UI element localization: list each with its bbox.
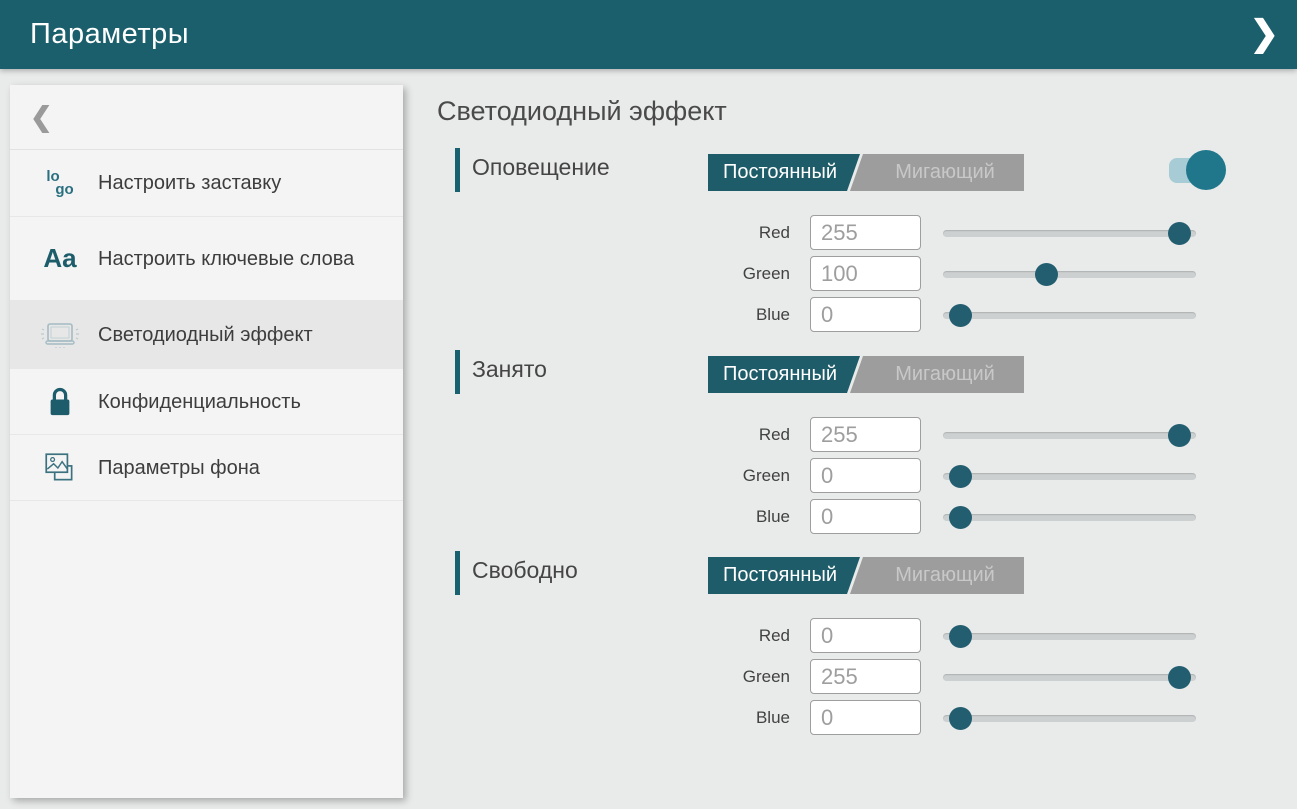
red-value-input[interactable] (810, 618, 921, 653)
slider-track (943, 514, 1196, 521)
mode-segmented-control: Постоянный Мигающий (708, 356, 1024, 393)
red-slider[interactable] (943, 423, 1196, 447)
mode-option-constant[interactable]: Постоянный (708, 557, 860, 594)
slider-thumb[interactable] (949, 304, 972, 327)
slider-track (943, 312, 1196, 319)
red-slider[interactable] (943, 624, 1196, 648)
section-title: Свободно (472, 557, 578, 584)
rgb-row-green: Green (437, 458, 1267, 493)
slider-thumb[interactable] (1035, 263, 1058, 286)
slider-track (943, 633, 1196, 640)
slider-track (943, 715, 1196, 722)
background-images-icon (38, 450, 82, 486)
green-slider[interactable] (943, 665, 1196, 689)
red-label: Red (437, 626, 790, 646)
rgb-row-green: Green (437, 659, 1267, 694)
sidebar-item-splash-screen[interactable]: logo Настроить заставку (10, 150, 403, 217)
blue-label: Blue (437, 305, 790, 325)
rgb-row-red: Red (437, 618, 1267, 653)
green-slider[interactable] (943, 262, 1196, 286)
sidebar-item-label: Светодиодный эффект (98, 322, 313, 348)
sidebar-back-button[interactable]: ❮ (10, 85, 403, 150)
red-label: Red (437, 223, 790, 243)
slider-thumb[interactable] (1168, 424, 1191, 447)
slider-thumb[interactable] (949, 465, 972, 488)
rgb-row-red: Red (437, 215, 1267, 250)
section-busy: Занято Постоянный Мигающий Red Green (437, 348, 1267, 538)
rgb-row-green: Green (437, 256, 1267, 291)
green-value-input[interactable] (810, 458, 921, 493)
settings-sidebar: ❮ logo Настроить заставку Aa Настроить к… (10, 85, 403, 798)
green-label: Green (437, 667, 790, 687)
content-title: Светодиодный эффект (437, 96, 1267, 127)
mode-segmented-control: Постоянный Мигающий (708, 557, 1024, 594)
logo-icon: logo (38, 170, 82, 196)
slider-track (943, 230, 1196, 237)
rgb-row-blue: Blue (437, 700, 1267, 735)
notification-enabled-toggle[interactable] (1169, 150, 1227, 190)
sidebar-item-background[interactable]: Параметры фона (10, 435, 403, 501)
blue-value-input[interactable] (810, 499, 921, 534)
mode-option-blinking[interactable]: Мигающий (850, 557, 1024, 594)
sidebar-item-label: Настроить заставку (98, 170, 281, 196)
forward-chevron-icon[interactable]: ❯ (1250, 12, 1279, 56)
lock-icon (38, 385, 82, 419)
rgb-row-blue: Blue (437, 297, 1267, 332)
page-title: Параметры (30, 18, 189, 51)
green-label: Green (437, 264, 790, 284)
red-label: Red (437, 425, 790, 445)
section-title: Оповещение (472, 154, 610, 181)
slider-thumb[interactable] (949, 707, 972, 730)
slider-thumb[interactable] (949, 506, 972, 529)
sidebar-item-label: Настроить ключевые слова (98, 246, 354, 272)
led-effect-panel: Светодиодный эффект Оповещение Постоянны… (437, 96, 1267, 796)
logo-icon-line2: go (55, 183, 73, 196)
back-chevron-icon: ❮ (30, 102, 53, 133)
mode-segmented-control: Постоянный Мигающий (708, 154, 1024, 191)
slider-thumb[interactable] (1168, 222, 1191, 245)
app-header: Параметры ❯ (0, 0, 1297, 69)
section-notification: Оповещение Постоянный Мигающий Red Green (437, 146, 1267, 336)
sidebar-item-keywords[interactable]: Aa Настроить ключевые слова (10, 217, 403, 301)
led-display-icon (38, 317, 82, 353)
sidebar-item-label: Конфиденциальность (98, 389, 301, 415)
rgb-row-blue: Blue (437, 499, 1267, 534)
mode-option-blinking[interactable]: Мигающий (850, 154, 1024, 191)
blue-slider[interactable] (943, 505, 1196, 529)
toggle-thumb (1186, 150, 1226, 190)
section-free: Свободно Постоянный Мигающий Red Green (437, 549, 1267, 739)
aa-text-icon: Aa (38, 243, 82, 274)
mode-option-blinking[interactable]: Мигающий (850, 356, 1024, 393)
red-slider[interactable] (943, 221, 1196, 245)
blue-label: Blue (437, 507, 790, 527)
sidebar-item-label: Параметры фона (98, 455, 260, 481)
green-value-input[interactable] (810, 256, 921, 291)
rgb-row-red: Red (437, 417, 1267, 452)
slider-track (943, 432, 1196, 439)
mode-option-constant[interactable]: Постоянный (708, 154, 860, 191)
slider-track (943, 473, 1196, 480)
blue-value-input[interactable] (810, 297, 921, 332)
green-value-input[interactable] (810, 659, 921, 694)
blue-slider[interactable] (943, 303, 1196, 327)
section-accent-bar (455, 551, 460, 595)
sidebar-item-privacy[interactable]: Конфиденциальность (10, 369, 403, 435)
section-title: Занято (472, 356, 547, 383)
section-accent-bar (455, 350, 460, 394)
section-accent-bar (455, 148, 460, 192)
slider-thumb[interactable] (949, 625, 972, 648)
blue-slider[interactable] (943, 706, 1196, 730)
slider-track (943, 271, 1196, 278)
blue-label: Blue (437, 708, 790, 728)
mode-option-constant[interactable]: Постоянный (708, 356, 860, 393)
blue-value-input[interactable] (810, 700, 921, 735)
slider-thumb[interactable] (1168, 666, 1191, 689)
red-value-input[interactable] (810, 215, 921, 250)
green-label: Green (437, 466, 790, 486)
green-slider[interactable] (943, 464, 1196, 488)
slider-track (943, 674, 1196, 681)
sidebar-item-led-effect[interactable]: Светодиодный эффект (10, 301, 403, 369)
red-value-input[interactable] (810, 417, 921, 452)
